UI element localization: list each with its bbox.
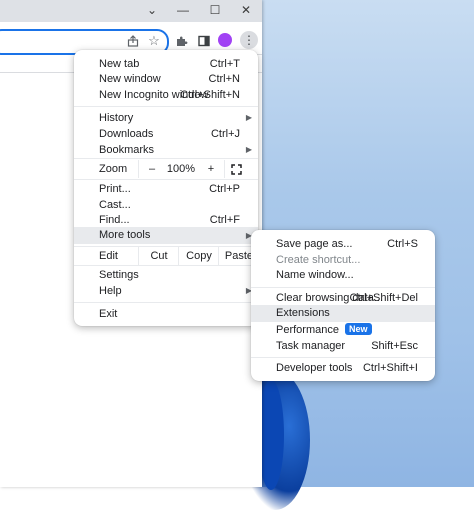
menu-item-new-incognito[interactable]: New Incognito window Ctrl+Shift+N [74,87,258,103]
menu-separator [74,158,258,159]
menu-item-label: Cast... [99,199,131,211]
cut-button[interactable]: Cut [138,247,179,265]
menu-separator [74,265,258,266]
menu-item-label: Name window... [276,269,354,281]
menu-item-label: Settings [99,269,139,281]
profile-avatar[interactable] [218,33,232,47]
menu-item-shortcut: Shift+Esc [371,340,418,352]
menu-kebab-icon[interactable]: ⋮ [240,31,258,49]
menu-item-downloads[interactable]: Downloads Ctrl+J [74,126,258,142]
menu-item-label: Help [99,285,122,297]
menu-item-label: History [99,112,134,124]
zoom-row: Zoom – 100% + [74,160,258,178]
menu-item-performance[interactable]: Performance New [251,322,435,338]
menu-item-label: Performance New [276,322,372,338]
menu-separator [251,357,435,358]
copy-button[interactable]: Copy [178,247,219,265]
menu-separator [74,302,258,303]
menu-item-find[interactable]: Find... Ctrl+F [74,212,258,228]
menu-item-label: Extensions [276,307,330,319]
menu-item-save-page[interactable]: Save page as... Ctrl+S [251,236,435,252]
menu-item-label: Task manager [276,340,346,352]
menu-item-label: Find... [99,214,130,226]
chevron-right-icon: ▶ [245,113,252,122]
maximize-button[interactable]: ☐ [200,0,230,20]
menu-item-shortcut: Ctrl+S [387,238,418,250]
menu-item-label: New window [99,73,161,85]
zoom-level-value: 100% [166,163,196,175]
main-menu: New tab Ctrl+T New window Ctrl+N New Inc… [74,50,258,326]
menu-item-print[interactable]: Print... Ctrl+P [74,181,258,197]
menu-item-label: New tab [99,58,140,70]
side-panel-icon[interactable] [197,34,211,48]
title-bar: ⌄ — ☐ ✕ [0,0,262,22]
menu-separator [74,106,258,107]
menu-item-create-shortcut: Create shortcut... [251,252,435,268]
menu-item-label: Bookmarks [99,144,155,156]
menu-item-label: More tools [99,229,151,241]
menu-item-shortcut: Ctrl+N [208,73,240,85]
more-tools-submenu: Save page as... Ctrl+S Create shortcut..… [251,230,435,381]
zoom-in-button[interactable]: + [198,160,225,178]
menu-separator [251,287,435,288]
menu-item-shortcut: Ctrl+Shift+Del [349,292,418,304]
menu-item-shortcut: Ctrl+T [209,58,240,70]
menu-item-history[interactable]: History ▶ [74,110,258,126]
menu-item-label: Exit [99,308,118,320]
zoom-label: Zoom [99,163,128,175]
menu-item-label: Save page as... [276,238,353,250]
menu-item-shortcut: Ctrl+Shift+N [180,89,240,101]
performance-label: Performance [276,324,339,336]
bookmark-star-icon[interactable]: ☆ [147,33,161,48]
menu-item-bookmarks[interactable]: Bookmarks ▶ [74,142,258,158]
menu-item-exit[interactable]: Exit [74,306,258,322]
menu-item-settings[interactable]: Settings [74,267,258,283]
menu-item-shortcut: Ctrl+F [209,214,240,226]
menu-item-task-manager[interactable]: Task manager Shift+Esc [251,338,435,354]
menu-item-new-window[interactable]: New window Ctrl+N [74,71,258,87]
fullscreen-icon[interactable] [229,162,243,176]
edit-row: Edit Cut Copy Paste [74,247,258,265]
menu-item-shortcut: Ctrl+P [209,183,240,195]
menu-item-extensions[interactable]: Extensions [251,305,435,322]
menu-item-shortcut: Ctrl+Shift+I [362,362,418,374]
chevron-right-icon: ▶ [245,145,252,154]
menu-separator [74,179,258,180]
edit-label: Edit [99,250,118,262]
menu-item-cast[interactable]: Cast... [74,197,258,213]
menu-item-label: Developer tools [276,362,353,374]
menu-item-name-window[interactable]: Name window... [251,267,435,283]
menu-item-developer-tools[interactable]: Developer tools Ctrl+Shift+I [251,360,435,376]
new-badge: New [344,323,372,335]
menu-item-label: Print... [99,183,131,195]
menu-item-label: Create shortcut... [276,254,361,266]
close-button[interactable]: ✕ [231,0,261,20]
minimize-button[interactable]: — [168,0,198,20]
menu-item-shortcut: Ctrl+J [210,128,240,140]
menu-item-help[interactable]: Help ▶ [74,283,258,299]
menu-item-new-tab[interactable]: New tab Ctrl+T [74,56,258,72]
menu-item-clear-browsing-data[interactable]: Clear browsing data... Ctrl+Shift+Del [251,290,435,306]
tab-search-chevron-icon[interactable]: ⌄ [137,0,167,20]
share-icon[interactable] [126,34,140,48]
zoom-out-button[interactable]: – [138,160,165,178]
extensions-puzzle-icon[interactable] [175,34,189,48]
menu-item-more-tools[interactable]: More tools ▶ [74,227,258,244]
menu-item-label: Downloads [99,128,154,140]
